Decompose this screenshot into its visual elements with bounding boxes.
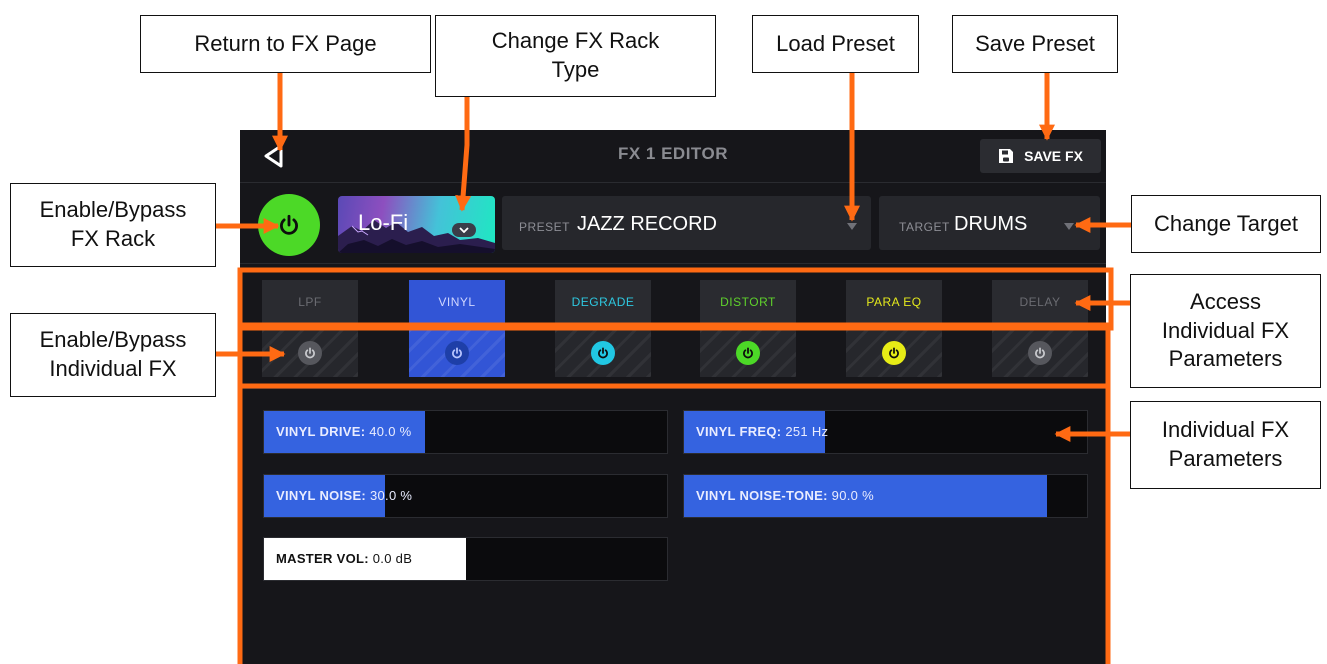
param-name: VINYL NOISE:	[276, 488, 367, 503]
params-divider	[240, 388, 1106, 389]
target-value: DRUMS	[954, 213, 1028, 235]
param-name: VINYL FREQ:	[696, 424, 782, 439]
page-title: FX 1 EDITOR	[617, 144, 729, 163]
callout-enable-bypass-individual-fx: Enable/Bypass Individual FX	[10, 313, 216, 397]
callout-change-fx-rack-type: Change FX Rack Type	[435, 15, 716, 97]
power-icon	[1028, 341, 1052, 365]
power-icon	[591, 341, 615, 365]
fx-power-toggle-delay[interactable]	[992, 329, 1088, 377]
param-name: MASTER VOL:	[276, 551, 369, 566]
fx-power-toggle-degrade[interactable]	[555, 329, 651, 377]
callout-change-target: Change Target	[1131, 195, 1321, 253]
rack-type-selector[interactable]: Lo-Fi	[338, 196, 495, 253]
rack-divider	[240, 263, 1106, 264]
param-slider-text: VINYL NOISE: 30.0 %	[276, 488, 412, 503]
param-slider-text: VINYL FREQ: 251 Hz	[696, 424, 828, 439]
param-slider-master-vol[interactable]: MASTER VOL: 0.0 dB	[263, 537, 668, 581]
param-name: VINYL DRIVE:	[276, 424, 366, 439]
preset-selector[interactable]: PRESET JAZZ RECORD	[502, 196, 871, 250]
param-value: 90.0 %	[831, 488, 874, 503]
param-slider-vinyl-drive[interactable]: VINYL DRIVE: 40.0 %	[263, 410, 668, 454]
fx-tab-delay[interactable]: DELAY	[992, 280, 1088, 324]
power-icon	[280, 214, 298, 235]
target-label: TARGET	[899, 220, 950, 234]
preset-value: JAZZ RECORD	[577, 213, 717, 235]
param-value: 0.0 dB	[372, 551, 413, 566]
rack-power-button[interactable]	[258, 194, 320, 256]
save-fx-label: SAVE FX	[1024, 148, 1083, 164]
preset-label: PRESET	[519, 220, 571, 234]
param-slider-text: VINYL NOISE-TONE: 90.0 %	[696, 488, 874, 503]
param-name: VINYL NOISE-TONE:	[696, 488, 828, 503]
fx-power-toggle-lpf[interactable]	[262, 329, 358, 377]
callout-individual-fx-parameters: Individual FX Parameters	[1130, 401, 1321, 489]
callout-access-individual-fx-parameters: Access Individual FX Parameters	[1130, 274, 1321, 388]
callout-enable-bypass-fx-rack: Enable/Bypass FX Rack	[10, 183, 216, 267]
param-value: 40.0 %	[369, 424, 412, 439]
param-slider-vinyl-noise-tone[interactable]: VINYL NOISE-TONE: 90.0 %	[683, 474, 1088, 518]
fx-power-toggle-vinyl[interactable]	[409, 329, 505, 377]
save-fx-button[interactable]: SAVE FX	[980, 139, 1101, 173]
param-slider-vinyl-noise[interactable]: VINYL NOISE: 30.0 %	[263, 474, 668, 518]
fx-power-toggle-para-eq[interactable]	[846, 329, 942, 377]
target-selector[interactable]: TARGET DRUMS	[879, 196, 1100, 250]
header-divider	[240, 182, 1106, 183]
power-icon	[445, 341, 469, 365]
chevron-down-icon[interactable]	[452, 223, 476, 237]
floppy-disk-icon	[999, 149, 1014, 163]
param-value: 251 Hz	[785, 424, 829, 439]
callout-save-preset: Save Preset	[952, 15, 1118, 73]
fx-editor-screen: FX 1 EDITOR SAVE FX Lo-Fi PRESET JAZZ RE…	[240, 130, 1106, 664]
callout-load-preset: Load Preset	[752, 15, 919, 73]
power-icon	[882, 341, 906, 365]
callout-return-to-fx-page: Return to FX Page	[140, 15, 431, 73]
power-icon	[298, 341, 322, 365]
power-icon	[736, 341, 760, 365]
param-slider-text: VINYL DRIVE: 40.0 %	[276, 424, 412, 439]
fx-tab-distort[interactable]: DISTORT	[700, 280, 796, 324]
fx-tab-degrade[interactable]: DEGRADE	[555, 280, 651, 324]
fx-power-toggle-distort[interactable]	[700, 329, 796, 377]
preset-dropdown-caret-icon	[847, 223, 857, 230]
rack-type-label: Lo-Fi	[358, 210, 409, 235]
param-slider-text: MASTER VOL: 0.0 dB	[276, 551, 412, 566]
param-value: 30.0 %	[369, 488, 413, 503]
fx-tab-vinyl[interactable]: VINYL	[409, 280, 505, 324]
target-dropdown-caret-icon	[1064, 223, 1074, 230]
fx-tab-para-eq[interactable]: PARA EQ	[846, 280, 942, 324]
param-slider-vinyl-freq[interactable]: VINYL FREQ: 251 Hz	[683, 410, 1088, 454]
fx-tab-lpf[interactable]: LPF	[262, 280, 358, 324]
